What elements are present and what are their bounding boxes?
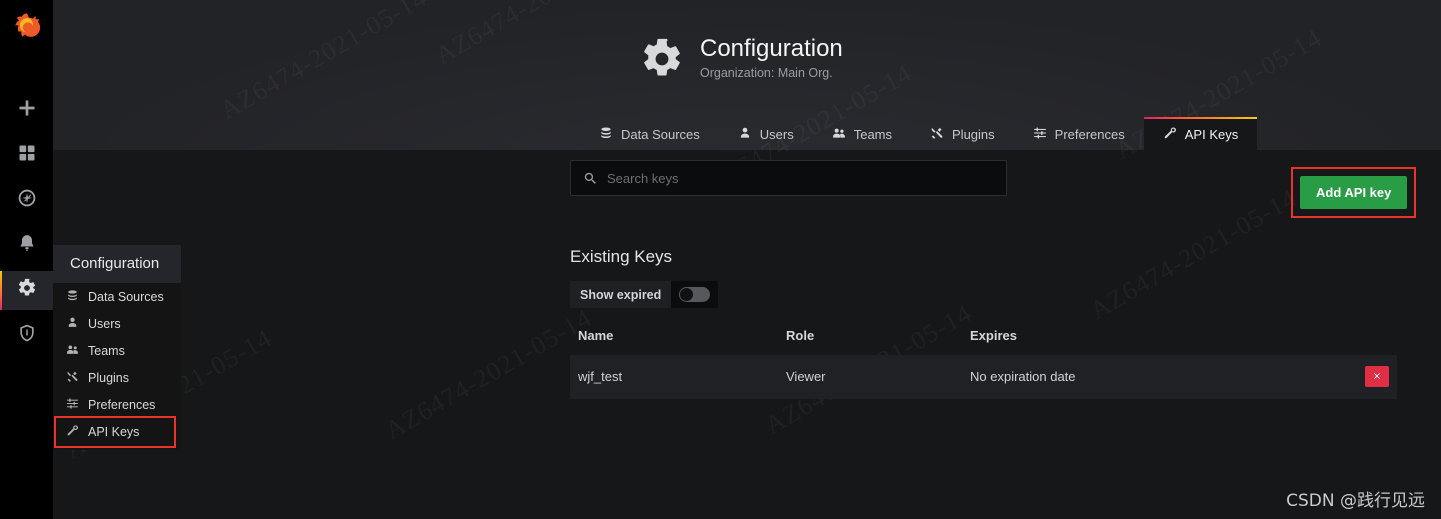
- cell-key-name: wjf_test: [570, 355, 778, 399]
- plugin-icon: [930, 126, 944, 143]
- show-expired-control[interactable]: Show expired: [570, 281, 719, 308]
- tab-preferences[interactable]: Preferences: [1014, 117, 1144, 151]
- flyout-item-data-sources[interactable]: Data Sources: [53, 283, 181, 310]
- add-api-key-annotation: Add API key: [1290, 167, 1417, 218]
- users-icon: [832, 126, 846, 143]
- tab-plugins[interactable]: Plugins: [911, 117, 1014, 151]
- flyout-header: Configuration: [53, 245, 181, 283]
- sliders-icon: [66, 397, 79, 413]
- column-header-expires: Expires: [970, 328, 1017, 343]
- grafana-logo-icon[interactable]: [0, 0, 53, 53]
- watermark: AZ6474-2021-05-14: [380, 303, 597, 446]
- grafana-app-window: Configuration Organization: Main Org. AZ…: [0, 0, 1441, 519]
- tab-label: Preferences: [1054, 126, 1125, 142]
- show-expired-switch[interactable]: [679, 287, 711, 302]
- tab-label: API Keys: [1184, 126, 1239, 142]
- sliders-icon: [1033, 126, 1047, 143]
- sidebar-item-explore[interactable]: [0, 181, 53, 220]
- sidebar-rail: [0, 0, 53, 519]
- tab-label: Data Sources: [621, 126, 700, 142]
- database-icon: [599, 126, 613, 143]
- column-header-role: Role: [786, 328, 815, 343]
- flyout-item-label: Data Sources: [88, 289, 164, 304]
- cell-key-role: Viewer: [778, 355, 962, 399]
- page-header: Configuration Organization: Main Org.: [640, 35, 843, 81]
- show-expired-label: Show expired: [580, 287, 662, 302]
- search-keys-box[interactable]: [570, 160, 1007, 196]
- user-icon: [738, 126, 752, 143]
- table-row: wjf_test Viewer No expiration date: [570, 355, 1397, 399]
- sidebar-item-create[interactable]: [0, 91, 53, 130]
- close-icon: [1372, 369, 1382, 384]
- tab-data-sources[interactable]: Data Sources: [580, 117, 719, 151]
- show-expired-toggle-cell[interactable]: [671, 281, 719, 308]
- plus-icon: [17, 98, 37, 123]
- sidebar-item-dashboards[interactable]: [0, 136, 53, 175]
- csdn-watermark: CSDN @践行见远: [1286, 491, 1425, 511]
- plugin-icon: [66, 370, 79, 386]
- configuration-flyout-menu: Configuration Data Sources Users Teams P…: [53, 245, 181, 450]
- bell-icon: [17, 233, 37, 258]
- compass-icon: [17, 188, 37, 213]
- flyout-item-label: Preferences: [88, 397, 156, 412]
- flyout-item-teams[interactable]: Teams: [53, 337, 181, 364]
- configuration-tabbar: Data Sources Users Teams Plugins Prefere: [53, 115, 1441, 151]
- cell-key-expires: No expiration date: [962, 355, 1284, 399]
- sidebar-item-server-admin[interactable]: [0, 316, 53, 355]
- cell-actions: [1283, 355, 1397, 399]
- tab-label: Plugins: [952, 126, 995, 142]
- user-icon: [66, 316, 79, 332]
- column-header-actions: [1284, 328, 1397, 355]
- existing-keys-title: Existing Keys: [570, 247, 673, 266]
- tab-label: Users: [759, 126, 794, 142]
- sidebar-icon-list: [0, 91, 53, 355]
- flyout-item-users[interactable]: Users: [53, 310, 181, 337]
- users-icon: [66, 343, 79, 359]
- flyout-item-label: Plugins: [88, 370, 129, 385]
- api-keys-table: Name Role Expires wjf_test Viewer No exp…: [570, 328, 1397, 399]
- switch-knob: [680, 288, 694, 301]
- flyout-item-label: Teams: [88, 343, 125, 358]
- sidebar-item-alerting[interactable]: [0, 226, 53, 265]
- table-header-row: Name Role Expires: [570, 328, 1397, 355]
- tab-teams[interactable]: Teams: [813, 117, 911, 151]
- flyout-item-label: API Keys: [88, 425, 140, 439]
- delete-key-button[interactable]: [1365, 366, 1389, 387]
- flyout-item-plugins[interactable]: Plugins: [53, 364, 181, 391]
- database-icon: [66, 289, 79, 305]
- flyout-item-api-keys[interactable]: API Keys: [54, 416, 176, 448]
- gear-icon: [17, 278, 37, 303]
- page-subtitle: Organization: Main Org.: [700, 66, 833, 80]
- apps-icon: [17, 143, 37, 168]
- key-icon: [1163, 126, 1177, 143]
- search-input[interactable]: [607, 170, 1006, 186]
- flyout-item-label: Users: [88, 316, 121, 331]
- add-api-key-button[interactable]: Add API key: [1300, 176, 1408, 209]
- tab-users[interactable]: Users: [719, 117, 813, 151]
- api-keys-content: Add API key Existing Keys Show expired N…: [570, 160, 1420, 399]
- tab-label: Teams: [853, 126, 893, 142]
- gear-icon: [640, 37, 684, 81]
- column-header-name: Name: [578, 328, 614, 343]
- key-icon: [66, 424, 79, 440]
- sidebar-item-configuration[interactable]: [0, 271, 53, 310]
- tab-api-keys[interactable]: API Keys: [1143, 117, 1258, 151]
- shield-icon: [17, 323, 37, 348]
- page-title: Configuration: [700, 35, 843, 62]
- flyout-item-preferences[interactable]: Preferences: [53, 391, 181, 418]
